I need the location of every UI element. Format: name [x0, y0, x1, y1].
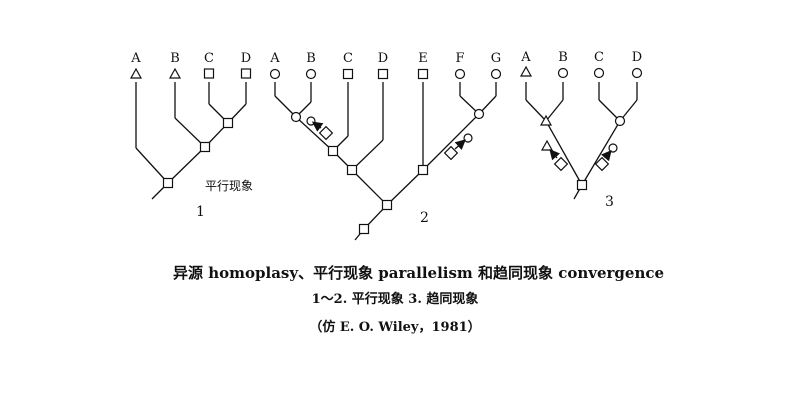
triangle-icon — [519, 65, 533, 77]
tree3-tip-c: C — [594, 50, 604, 65]
cladogram-figure: A B C D 平行现象 1 A B C D E F G 2 A B C D 3… — [0, 0, 809, 405]
tree2-tip-b: B — [306, 51, 316, 66]
tree2-tip-a: A — [269, 51, 280, 66]
square-icon — [222, 117, 234, 129]
transform-square-icon — [318, 125, 334, 141]
transform-circle-icon — [608, 143, 618, 153]
triangle-icon — [129, 67, 143, 79]
square-icon — [417, 164, 429, 176]
tree1-label: 1 — [196, 204, 205, 220]
tree3-tip-d: D — [632, 50, 642, 65]
triangle-icon — [168, 67, 182, 79]
tree1-tip-a: A — [130, 51, 141, 66]
tree2-tip-e: E — [418, 51, 428, 66]
square-icon — [346, 164, 358, 176]
tree3-tip-b: B — [558, 50, 568, 65]
circle-icon — [305, 68, 317, 80]
tree2-tip-d: D — [378, 51, 388, 66]
caption-subtitle: 1～2. 平行现象 3. 趋同现象 — [312, 291, 479, 307]
square-icon — [576, 179, 588, 191]
square-icon — [381, 199, 393, 211]
square-icon — [417, 68, 429, 80]
tree-2-arrows — [311, 121, 466, 151]
square-icon — [240, 68, 252, 79]
tree-3-characters — [519, 65, 643, 191]
square-icon — [199, 141, 211, 153]
square-icon — [327, 145, 339, 157]
tree2-label: 2 — [420, 210, 429, 226]
square-icon — [203, 68, 215, 79]
tree-1-characters — [129, 67, 252, 189]
square-icon — [377, 68, 389, 80]
square-icon — [342, 68, 354, 80]
transform-triangle-icon — [540, 139, 554, 151]
circle-icon — [557, 67, 569, 79]
tree1-tip-c: C — [204, 51, 214, 66]
caption-source: （仿 E. O. Wiley，1981） — [309, 319, 480, 335]
circle-icon — [593, 67, 605, 79]
square-icon — [162, 177, 174, 189]
tree-2 — [274, 82, 497, 241]
tree-2-characters — [269, 68, 502, 235]
tree1-tip-b: B — [170, 51, 180, 66]
circle-icon — [290, 111, 302, 123]
circle-icon — [454, 68, 466, 80]
caption-title: 异源 homoplasy、平行现象 parallelism 和趋同现象 conv… — [173, 264, 664, 282]
tree1-tip-d: D — [241, 51, 251, 66]
circle-icon — [473, 108, 485, 120]
tree2-tip-g: G — [491, 51, 501, 66]
transform-square-icon — [553, 156, 569, 172]
circle-icon — [269, 68, 281, 80]
tree1-annotation: 平行现象 — [205, 179, 253, 193]
circle-icon — [490, 68, 502, 80]
square-icon — [358, 223, 370, 235]
tree2-tip-c: C — [343, 51, 353, 66]
circle-icon — [614, 115, 626, 127]
tree3-label: 3 — [605, 194, 614, 210]
cladogram-diagram: A B C D 平行现象 1 A B C D E F G 2 A B C D 3… — [129, 50, 664, 335]
tree3-tip-a: A — [520, 50, 531, 65]
transform-circle-icon — [306, 116, 316, 126]
circle-icon — [631, 67, 643, 79]
transform-circle-icon — [463, 133, 473, 143]
tree2-tip-f: F — [455, 51, 464, 66]
